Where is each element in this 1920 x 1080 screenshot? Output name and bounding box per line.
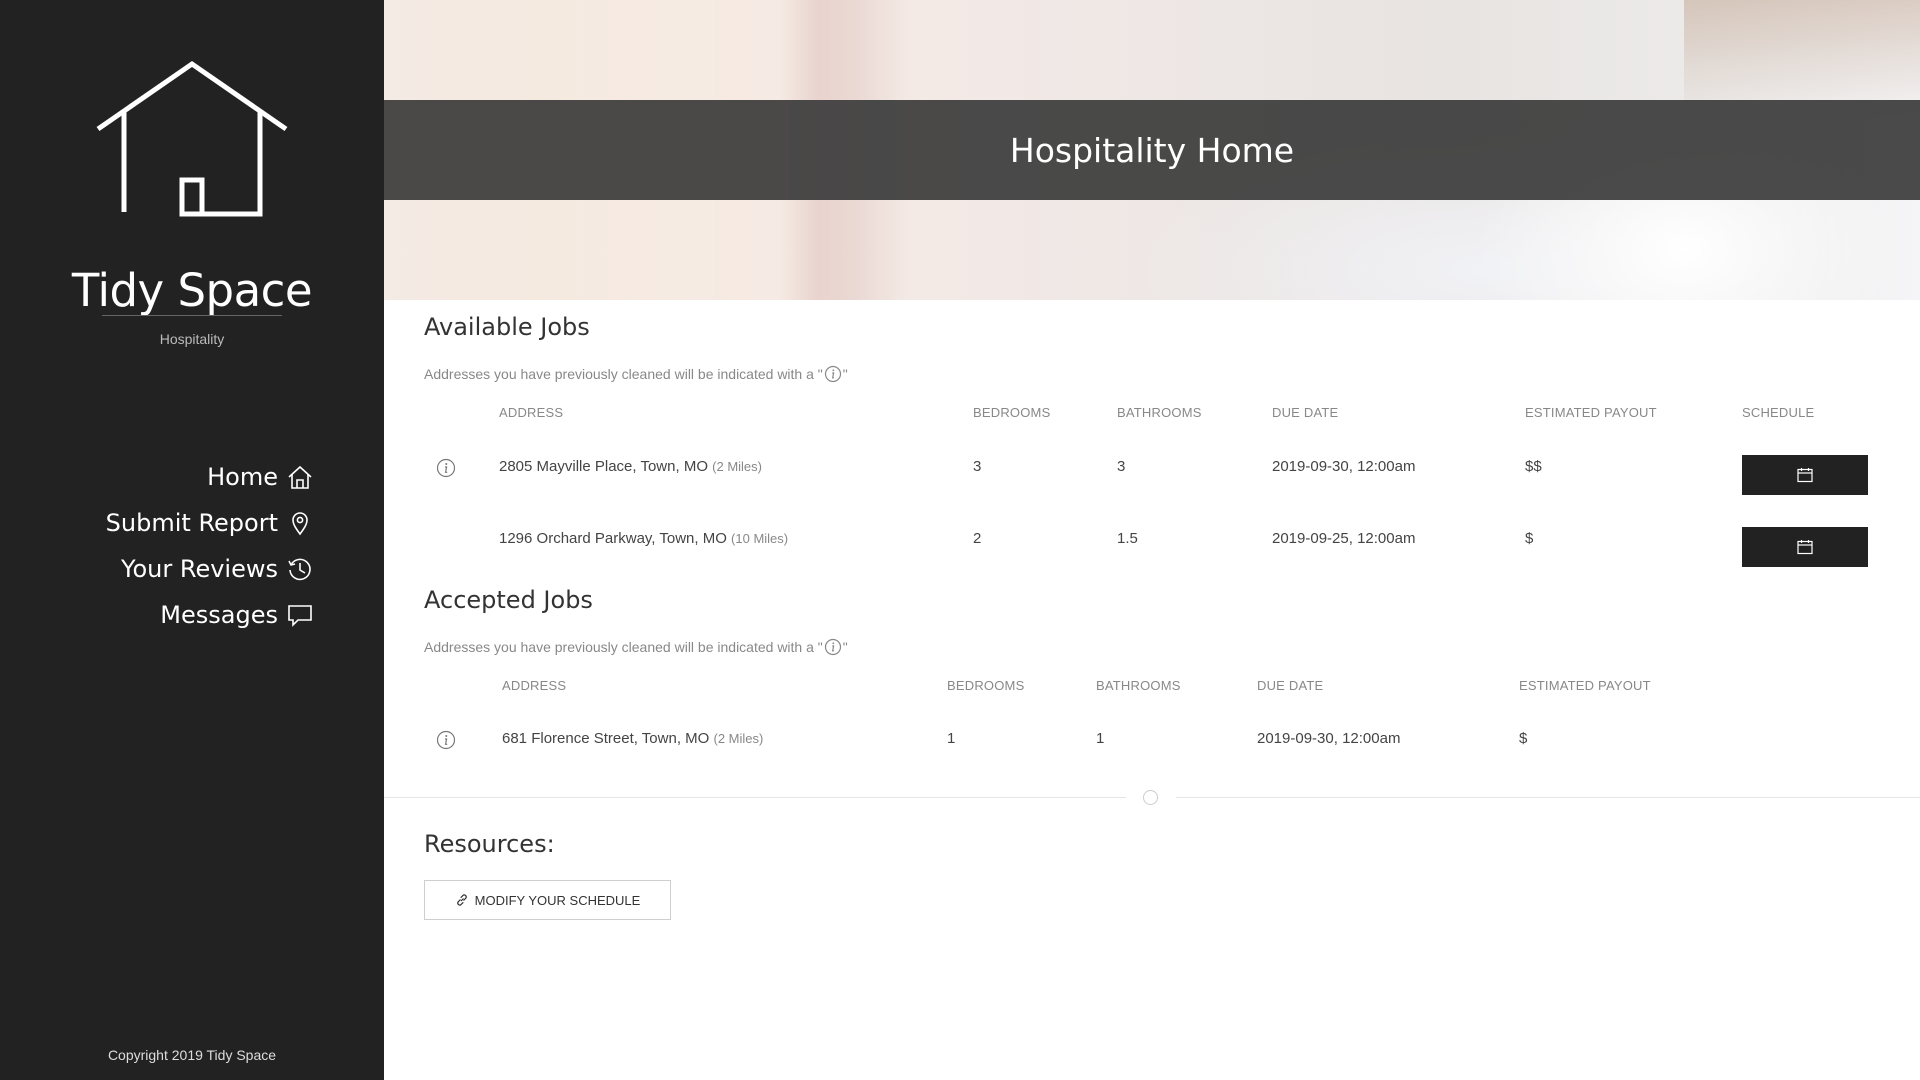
- accepted-jobs-note: Addresses you have previously cleaned wi…: [424, 638, 848, 656]
- note-text: Addresses you have previously cleaned wi…: [424, 366, 823, 382]
- payout-cell: $$: [1525, 458, 1542, 475]
- col-header-address: Address: [499, 405, 564, 420]
- section-divider-left: [384, 797, 1126, 798]
- available-jobs-note: Addresses you have previously cleaned wi…: [424, 365, 848, 383]
- calendar-icon: [1797, 468, 1813, 483]
- address-cell: 681 Florence Street, Town, MO (2 Miles): [502, 730, 763, 747]
- note-text-end: ": [842, 366, 848, 382]
- modify-schedule-label: Modify Your Schedule: [474, 892, 641, 908]
- due-date-cell: 2019-09-30, 12:00am: [1272, 458, 1416, 475]
- col-header-address: Address: [502, 678, 567, 693]
- previously-cleaned-info-icon[interactable]: [436, 730, 456, 750]
- hero-title-band: Hospitality Home: [384, 100, 1920, 200]
- info-icon: [824, 365, 841, 383]
- info-icon: [824, 638, 841, 656]
- distance-text: (2 Miles): [712, 459, 762, 474]
- address-cell: 2805 Mayville Place, Town, MO (2 Miles): [499, 458, 762, 475]
- nav-item-label: Submit Report: [105, 509, 278, 537]
- due-date-cell: 2019-09-30, 12:00am: [1257, 730, 1401, 747]
- distance-text: (2 Miles): [713, 731, 764, 746]
- col-header-bedrooms: Bedrooms: [973, 405, 1051, 420]
- nav-item-label: Messages: [160, 601, 278, 629]
- note-text: Addresses you have previously cleaned wi…: [424, 639, 823, 655]
- bedrooms-cell: 1: [947, 730, 956, 747]
- sidebar-nav: Home Submit Report Your Reviews Messages: [106, 454, 314, 638]
- distance-text: (10 Miles): [731, 531, 789, 546]
- note-text-end: ": [842, 639, 848, 655]
- col-header-estimated-payout: Estimated Payout: [1525, 405, 1657, 420]
- sidebar: Tidy Space Hospitality Home Submit Repor…: [0, 0, 384, 1080]
- history-icon: [288, 558, 311, 581]
- brand-underline: [102, 315, 282, 316]
- accepted-jobs-title: Accepted Jobs: [424, 586, 593, 614]
- address-text: 1296 Orchard Parkway, Town, MO: [499, 530, 727, 547]
- home-icon: [288, 465, 312, 489]
- payout-cell: $: [1519, 730, 1528, 747]
- col-header-due-date: Due Date: [1272, 405, 1339, 420]
- map-pin-icon: [292, 512, 308, 536]
- address-text: 2805 Mayville Place, Town, MO: [499, 458, 708, 475]
- col-header-due-date: Due Date: [1257, 678, 1324, 693]
- bathrooms-cell: 1.5: [1117, 530, 1138, 547]
- due-date-cell: 2019-09-25, 12:00am: [1272, 530, 1416, 547]
- brand-title: Tidy Space: [71, 264, 313, 317]
- bedrooms-cell: 2: [973, 530, 982, 547]
- address-cell: 1296 Orchard Parkway, Town, MO (10 Miles…: [499, 530, 788, 547]
- nav-item-submit-report[interactable]: Submit Report: [106, 500, 314, 546]
- calendar-icon: [1797, 540, 1813, 555]
- nav-item-label: Your Reviews: [121, 555, 278, 583]
- brand-subtitle: Hospitality: [159, 331, 225, 347]
- address-text: 681 Florence Street, Town, MO: [502, 730, 710, 747]
- bathrooms-cell: 1: [1096, 730, 1105, 747]
- bedrooms-cell: 3: [973, 458, 982, 475]
- bathrooms-cell: 3: [1117, 458, 1126, 475]
- col-header-bedrooms: Bedrooms: [947, 678, 1025, 693]
- resources-title: Resources:: [424, 830, 555, 858]
- nav-item-label: Home: [207, 463, 278, 491]
- payout-cell: $: [1525, 530, 1534, 547]
- available-jobs-title: Available Jobs: [424, 313, 590, 341]
- col-header-schedule: Schedule: [1742, 405, 1815, 420]
- col-header-bathrooms: Bathrooms: [1096, 678, 1181, 693]
- hero-banner: Hospitality Home: [384, 0, 1920, 300]
- house-logo-icon: [96, 60, 288, 217]
- col-header-bathrooms: Bathrooms: [1117, 405, 1202, 420]
- modify-schedule-button[interactable]: Modify Your Schedule: [424, 880, 671, 920]
- chat-icon: [288, 605, 312, 627]
- schedule-button[interactable]: [1742, 527, 1868, 567]
- nav-item-your-reviews[interactable]: Your Reviews: [106, 546, 314, 592]
- page-title: Hospitality Home: [1009, 130, 1295, 170]
- copyright: Copyright 2019 Tidy Space: [107, 1047, 277, 1063]
- nav-item-messages[interactable]: Messages: [106, 592, 314, 638]
- section-divider-right: [1176, 797, 1920, 798]
- section-divider-circle: [1143, 790, 1158, 805]
- schedule-button[interactable]: [1742, 455, 1868, 495]
- col-header-estimated-payout: Estimated Payout: [1519, 678, 1651, 693]
- link-icon: [456, 894, 467, 906]
- previously-cleaned-info-icon[interactable]: [436, 458, 456, 478]
- nav-item-home[interactable]: Home: [106, 454, 314, 500]
